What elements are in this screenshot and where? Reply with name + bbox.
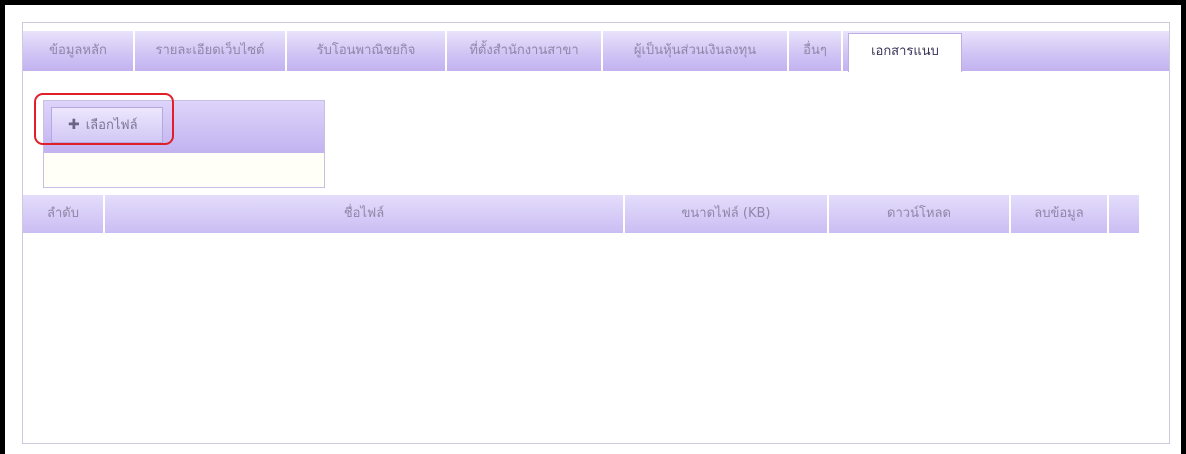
column-header-order: ลำดับ <box>23 195 105 233</box>
plus-icon: ✚ <box>68 117 80 133</box>
files-table-header: ลำดับ ชื่อไฟล์ ขนาดไฟล์ (KB) ดาวน์โหลด ล… <box>23 195 1139 233</box>
tab-attachments[interactable]: เอกสารแนบ <box>848 33 962 72</box>
choose-file-label: เลือกไฟล์ <box>85 118 138 133</box>
upload-box: ✚ เลือกไฟล์ <box>43 100 325 188</box>
tab-branch-office-location[interactable]: ที่ตั้งสำนักงานสาขา <box>447 31 603 71</box>
tab-other[interactable]: อื่นๆ <box>789 31 843 71</box>
tab-commercial-transfer[interactable]: รับโอนพาณิชยกิจ <box>287 31 447 71</box>
column-header-spacer <box>1109 195 1139 233</box>
attachments-panel: ข้อมูลหลัก รายละเอียดเว็บไซต์ รับโอนพาณิ… <box>22 22 1170 444</box>
tab-partners-investment[interactable]: ผู้เป็นหุ้นส่วนเงินลงทุน <box>603 31 789 71</box>
column-header-filename: ชื่อไฟล์ <box>105 195 625 233</box>
column-header-delete: ลบข้อมูล <box>1011 195 1109 233</box>
files-table-body <box>23 233 1139 433</box>
column-header-download: ดาวน์โหลด <box>829 195 1011 233</box>
tab-website-details[interactable]: รายละเอียดเว็บไซต์ <box>135 31 287 71</box>
tab-bar: ข้อมูลหลัก รายละเอียดเว็บไซต์ รับโอนพาณิ… <box>23 31 1169 72</box>
choose-file-button[interactable]: ✚ เลือกไฟล์ <box>51 107 163 143</box>
tab-main-info[interactable]: ข้อมูลหลัก <box>23 31 135 71</box>
upload-box-header: ✚ เลือกไฟล์ <box>44 101 324 153</box>
column-header-filesize: ขนาดไฟล์ (KB) <box>625 195 829 233</box>
